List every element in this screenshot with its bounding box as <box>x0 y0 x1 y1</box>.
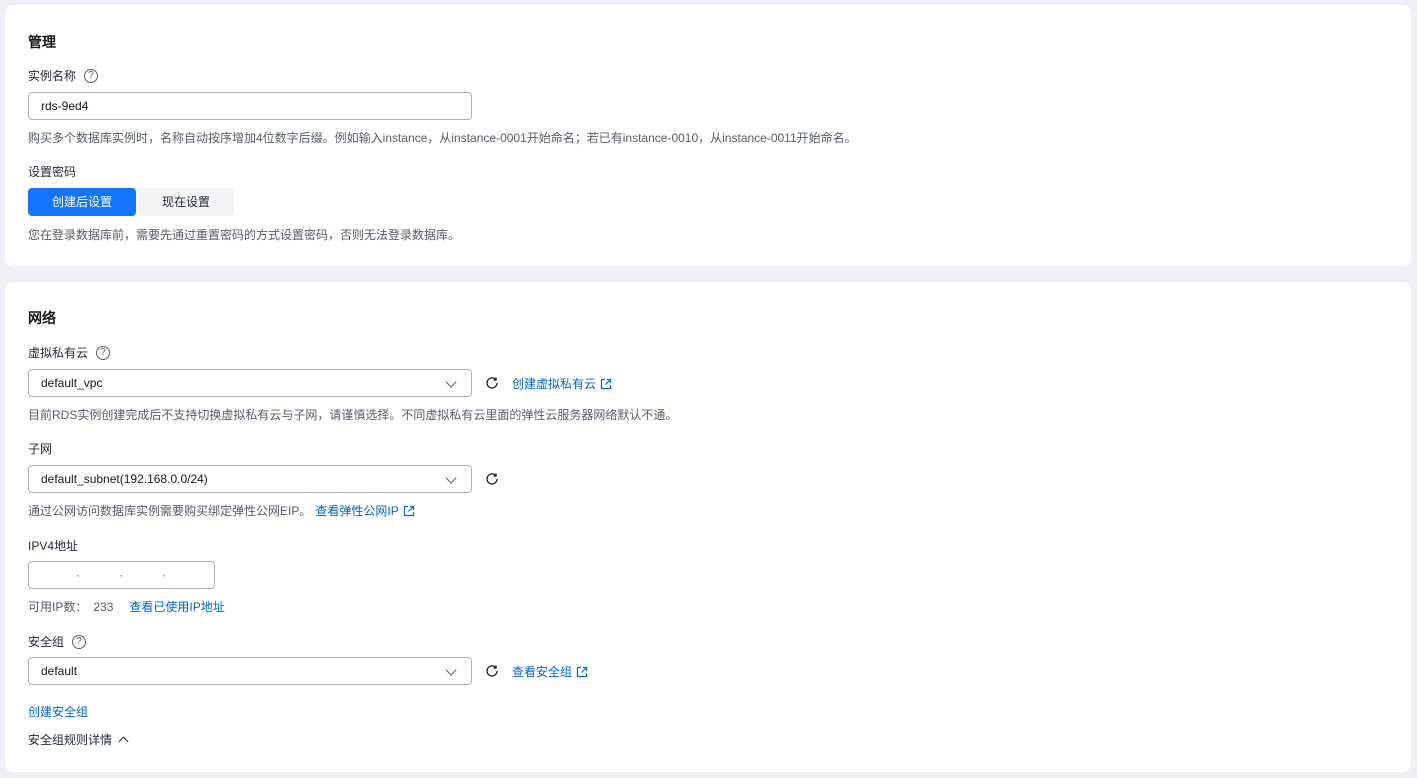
help-icon[interactable]: ? <box>96 345 111 360</box>
ip-separator: · <box>76 568 80 582</box>
chevron-down-icon <box>445 472 457 484</box>
view-eip-link[interactable]: 查看弹性公网IP <box>315 502 414 519</box>
password-mode-toggle: 创建后设置 现在设置 <box>28 188 235 216</box>
external-link-icon <box>576 666 588 677</box>
refresh-icon[interactable] <box>484 375 500 391</box>
external-link-icon <box>600 378 612 389</box>
create-vpc-link[interactable]: 创建虚拟私有云 <box>512 375 612 392</box>
help-icon[interactable]: ? <box>72 634 87 649</box>
chevron-down-icon <box>445 664 457 676</box>
refresh-icon[interactable] <box>484 663 500 679</box>
subnet-label: 子网 <box>28 442 53 456</box>
ip-separator: · <box>162 568 166 582</box>
ipv4-label: IPV4地址 <box>28 539 79 553</box>
vpc-select[interactable]: default_vpc <box>28 369 472 397</box>
password-label: 设置密码 <box>28 165 77 179</box>
create-security-group-link[interactable]: 创建安全组 <box>28 703 88 720</box>
external-link-icon <box>403 505 414 516</box>
security-group-label: 安全组 ? <box>28 633 87 650</box>
available-ip-info: 可用IP数： 233 查看已使用IP地址 <box>28 598 225 615</box>
ipv4-input[interactable]: · · · <box>28 561 215 589</box>
chevron-down-icon <box>445 376 457 388</box>
network-section-title: 网络 <box>28 310 56 326</box>
set-after-create-button[interactable]: 创建后设置 <box>28 188 137 216</box>
network-section: 网络 虚拟私有云 ? default_vpc 创建虚拟私有云 目前RDS实例创建… <box>5 282 1411 772</box>
subnet-select[interactable]: default_subnet(192.168.0.0/24) <box>28 465 472 493</box>
refresh-icon[interactable] <box>484 471 500 487</box>
security-group-select[interactable]: default <box>28 657 472 685</box>
vpc-label: 虚拟私有云 ? <box>28 344 111 361</box>
instance-name-label: 实例名称 ? <box>28 67 99 84</box>
manage-section-title: 管理 <box>28 34 56 50</box>
view-security-group-link[interactable]: 查看安全组 <box>512 663 588 680</box>
help-icon[interactable]: ? <box>84 68 99 83</box>
set-now-button[interactable]: 现在设置 <box>138 188 235 216</box>
view-used-ip-link[interactable]: 查看已使用IP地址 <box>129 598 224 615</box>
ip-separator: · <box>119 568 123 582</box>
chevron-up-icon <box>118 736 129 747</box>
instance-name-hint: 购买多个数据库实例时，名称自动按序增加4位数字后缀。例如输入instance，从… <box>28 131 857 145</box>
password-hint: 您在登录数据库前，需要先通过重置密码的方式设置密码，否则无法登录数据库。 <box>28 228 461 242</box>
manage-section: 管理 实例名称 ? rds-9ed4 购买多个数据库实例时，名称自动按序增加4位… <box>5 5 1411 266</box>
vpc-hint: 目前RDS实例创建完成后不支持切换虚拟私有云与子网，请谨慎选择。不同虚拟私有云里… <box>28 408 678 422</box>
security-group-rules-toggle[interactable]: 安全组规则详情 <box>28 731 129 748</box>
subnet-hint: 通过公网访问数据库实例需要购买绑定弹性公网EIP。 查看弹性公网IP <box>28 502 415 519</box>
instance-name-input[interactable]: rds-9ed4 <box>28 92 472 120</box>
